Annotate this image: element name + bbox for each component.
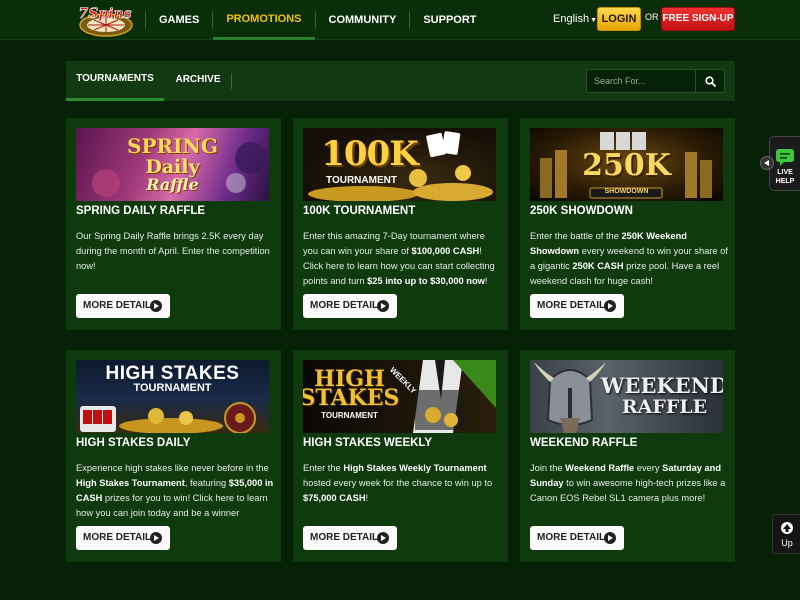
card-description: Join the Weekend Raffle every Saturday a… [530,461,728,506]
highlight-text: $25 into up to $30,000 now [367,276,485,286]
highlight-text: $75,000 CASH [303,493,366,503]
promo-image[interactable]: 250K SHOWDOWN [530,128,723,201]
card-description: Enter the battle of the 250K Weekend Sho… [530,229,728,289]
language-selector[interactable]: English▼ [553,0,597,40]
description-text: ! [484,276,488,286]
arrow-right-icon [377,300,389,312]
promo-card-spring-daily-raffle: SPRING Daily Raffle SPRING DAILY RAFFLE … [66,118,281,330]
card-description: Enter this amazing 7-Day tournament wher… [303,229,501,289]
site-logo[interactable]: 7Spins [74,3,134,37]
promo-card-weekend-raffle: WEEKEND RAFFLE WEEKEND RAFFLE Join the W… [520,350,735,562]
description-text: every [634,463,663,473]
caret-down-icon: ▼ [590,17,598,24]
button-label: MORE DETAILS [83,300,158,311]
promo-image[interactable]: 100K TOURNAMENT [303,128,496,201]
image-subheadline: SHOWDOWN [604,188,649,195]
description-text: prizes for you to win! Click here to lea… [76,493,268,518]
or-label: OR [645,12,659,22]
card-title: HIGH STAKES DAILY [76,437,191,449]
image-headline: 100K [321,134,419,174]
card-title: 250K SHOWDOWN [530,205,633,217]
highlight-text: Weekend Raffle [565,463,635,473]
highlight-text: High Stakes Tournament [76,478,185,488]
image-headline: 250K [582,148,671,183]
arrow-up-icon [781,522,793,534]
card-title: SPRING DAILY RAFFLE [76,205,206,217]
chevron-left-icon[interactable] [760,156,774,170]
scroll-to-top-button[interactable]: Up [772,514,800,554]
more-details-button[interactable]: MORE DETAILS [530,526,624,550]
promo-card-high-stakes-daily: HIGH STAKES TOURNAMENT HIGH STAKES DAILY… [66,350,281,562]
svg-text:7Spins: 7Spins [78,6,131,22]
description-text: hosted every week for the chance to win … [303,478,493,488]
highlight-text: 250K CASH [572,261,624,271]
promo-card-100k-tournament: 100K TOURNAMENT 100K TOURNAMENT Enter th… [293,118,508,330]
description-text: Join the [530,463,566,473]
more-details-button[interactable]: MORE DETAILS [76,526,170,550]
button-label: MORE DETAILS [83,532,158,543]
promotions-tab-bar: TOURNAMENTS ARCHIVE [66,61,735,101]
tab-archive[interactable]: ARCHIVE [166,61,230,101]
nav-support[interactable]: SUPPORT [410,0,489,40]
image-subheadline: Raffle [146,175,199,194]
main-nav: GAMES PROMOTIONS COMMUNITY SUPPORT [145,0,490,40]
signup-button[interactable]: FREE SIGN-UP [661,7,735,31]
site-header: 7Spins GAMES PROMOTIONS COMMUNITY SUPPOR… [0,0,800,40]
highlight-text: $100,000 CASH [411,246,480,256]
description-text: , featuring [184,478,229,488]
search-button[interactable] [695,69,725,93]
description-text: Our Spring Daily Raffle brings 2.5K ever… [76,231,270,271]
highlight-text: High Stakes Weekly Tournament [343,463,487,473]
button-label: MORE DETAILS [310,300,385,311]
card-description: Our Spring Daily Raffle brings 2.5K ever… [76,229,274,274]
more-details-button[interactable]: MORE DETAILS [76,294,170,318]
nav-games[interactable]: GAMES [146,0,212,40]
more-details-button[interactable]: MORE DETAILS [303,526,397,550]
promo-image[interactable]: HIGH STAKES TOURNAMENT WEEKLY [303,360,496,433]
button-label: MORE DETAILS [537,300,612,311]
nav-community[interactable]: COMMUNITY [316,0,410,40]
search-input[interactable] [586,69,696,93]
image-subheadline: TOURNAMENT [326,175,397,186]
chat-bubble-icon [776,149,794,166]
live-help-label: LIVE HELP [775,169,795,185]
image-headline: SPRING [127,134,218,158]
arrow-right-icon [604,532,616,544]
description-text: Enter the battle of the [530,231,622,241]
description-text: ! [365,493,369,503]
arrow-right-icon [150,300,162,312]
promo-card-250k-showdown: 250K SHOWDOWN 250K SHOWDOWN Enter the ba… [520,118,735,330]
image-subheadline: TOURNAMENT [321,411,378,420]
arrow-right-icon [150,532,162,544]
tab-tournaments[interactable]: TOURNAMENTS [66,61,164,101]
more-details-button[interactable]: MORE DETAILS [530,294,624,318]
card-description: Enter the High Stakes Weekly Tournament … [303,461,501,506]
promo-image[interactable]: WEEKEND RAFFLE [530,360,723,433]
promo-image[interactable]: SPRING Daily Raffle [76,128,269,201]
image-headline: WEEKEND [600,373,723,398]
description-text: Experience high stakes like never before… [76,463,269,473]
language-label: English [553,13,590,25]
card-description: Experience high stakes like never before… [76,461,274,521]
card-title: HIGH STAKES WEEKLY [303,437,433,449]
description-text: Enter the [303,463,344,473]
card-title: WEEKEND RAFFLE [530,437,638,449]
nav-promotions[interactable]: PROMOTIONS [213,0,315,40]
search-icon [704,75,716,87]
more-details-button[interactable]: MORE DETAILS [303,294,397,318]
login-button[interactable]: LOGIN [597,7,641,31]
image-headline: RAFFLE [621,396,708,418]
tab-divider [231,73,232,89]
image-subheadline: TOURNAMENT [133,382,212,394]
arrow-right-icon [604,300,616,312]
promo-card-high-stakes-weekly: HIGH STAKES TOURNAMENT WEEKLY HIGH STAKE… [293,350,508,562]
card-title: 100K TOURNAMENT [303,205,416,217]
up-label: Up [781,538,793,548]
button-label: MORE DETAILS [310,532,385,543]
button-label: MORE DETAILS [537,532,612,543]
arrow-right-icon [377,532,389,544]
promo-image[interactable]: HIGH STAKES TOURNAMENT [76,360,269,433]
